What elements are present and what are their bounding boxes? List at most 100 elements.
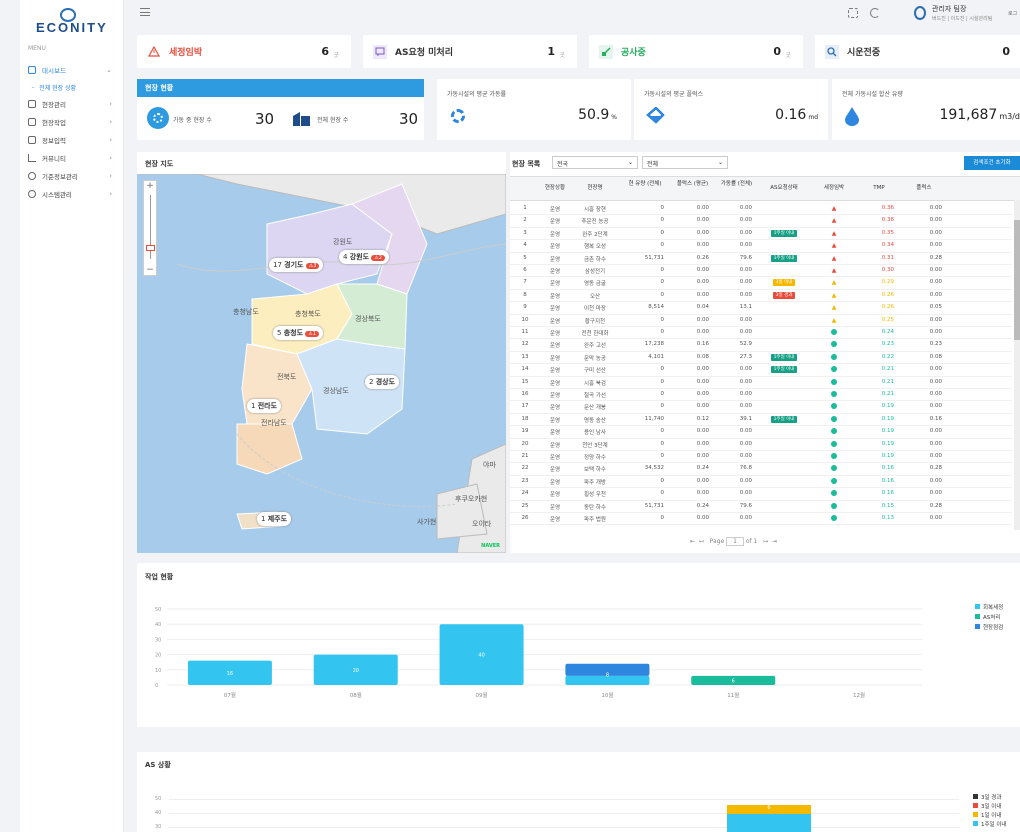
legend-label[interactable]: 현장점검 bbox=[983, 623, 1003, 631]
table-cell: 16 bbox=[521, 391, 529, 397]
menu-toggle-icon[interactable] bbox=[140, 8, 150, 16]
table-cell: 파주 개방 bbox=[584, 479, 606, 486]
table-cell: 완주 2단계 bbox=[582, 231, 608, 238]
zoom-handle[interactable] bbox=[146, 245, 155, 251]
table-cell: 0.00 bbox=[929, 291, 942, 298]
kpi-value: 191,687 bbox=[939, 107, 998, 123]
last-page-icon[interactable]: ⇥ bbox=[772, 538, 777, 545]
table-cell: 0.00 bbox=[739, 229, 752, 236]
pagination: ⇤ ↤ Page 1 of 1 ↦ ⇥ bbox=[690, 537, 777, 546]
logout-link[interactable]: 로그 bbox=[1008, 10, 1017, 17]
sidebar-item-community[interactable]: 커뮤니티 › bbox=[28, 150, 120, 166]
column-header[interactable]: 현장명 bbox=[570, 185, 620, 192]
table-cell: 0.31 bbox=[881, 254, 894, 261]
reset-filter-button[interactable]: 검색조건 초기화 bbox=[964, 156, 1020, 170]
y-tick-label: 30 bbox=[155, 637, 161, 643]
sidebar-item-label: 전체 현장 상황 bbox=[39, 84, 77, 92]
table-cell: 운영 bbox=[549, 219, 561, 226]
table-cell: 운영 bbox=[549, 393, 561, 399]
dark-mode-icon[interactable] bbox=[870, 8, 880, 18]
sidebar-item-dashboard[interactable]: 대시보드 ⌄ bbox=[28, 62, 120, 78]
region-marker-chungcheong[interactable]: 5 충청도 ⚠1 bbox=[273, 326, 323, 340]
place-label: 전북도 bbox=[277, 373, 297, 381]
sidebar-item-system[interactable]: 시스템관리 › bbox=[28, 186, 120, 202]
sidebar-item-base-info[interactable]: 기준정보관리 › bbox=[28, 168, 120, 184]
table-cell: 운영 bbox=[549, 430, 561, 437]
table-cell: 0.00 bbox=[739, 428, 752, 435]
region-marker-jeju[interactable]: 1 제주도 bbox=[257, 512, 292, 526]
place-label: 사가현 bbox=[417, 518, 437, 526]
table-cell: 영동 금굴 bbox=[584, 281, 606, 288]
table-cell: 운영 bbox=[549, 479, 561, 486]
column-header[interactable]: 플럭스 (평균) bbox=[670, 181, 715, 188]
table-cell: 26 bbox=[521, 515, 529, 521]
y-tick-label: 10 bbox=[155, 668, 161, 674]
region-marker-gyeonggi[interactable]: 17 경기도 ⚠3 bbox=[269, 258, 324, 272]
alert-card-construction[interactable]: 공사중 0 곳 bbox=[589, 35, 803, 68]
table-cell: 0.00 bbox=[739, 205, 752, 211]
legend-label[interactable]: 회복세정 bbox=[983, 603, 1003, 611]
chevron-right-icon: › bbox=[109, 190, 112, 198]
status-filter-select[interactable]: 전체 ⌄ bbox=[642, 156, 728, 169]
column-header[interactable]: 세정임박 bbox=[810, 185, 858, 192]
table-cell: 운영 bbox=[549, 331, 561, 337]
sidebar-item-info-input[interactable]: 정보입력 › bbox=[28, 132, 120, 148]
cleaning-status-icon: ▲ bbox=[831, 229, 837, 237]
legend-swatch[interactable] bbox=[975, 614, 980, 619]
zoom-control[interactable]: + − bbox=[143, 180, 157, 276]
next-page-icon[interactable]: ↦ bbox=[763, 538, 768, 545]
zoom-in-icon[interactable]: + bbox=[144, 181, 156, 191]
chevron-down-icon: ⌄ bbox=[717, 159, 723, 166]
column-header[interactable]: AS요청상태 bbox=[758, 185, 810, 192]
user-profile[interactable]: 관리자 팀장 버드진 | 이드진 | 시설관리팀 로그 bbox=[912, 4, 1020, 26]
x-tick-label: 12월 bbox=[853, 691, 865, 699]
sidebar-item-all-sites[interactable]: - 전체 현장 상황 bbox=[32, 79, 124, 95]
table-cell: 0.15 bbox=[881, 502, 894, 509]
legend-label[interactable]: AS처리 bbox=[983, 613, 1000, 621]
sidebar-item-site-mgmt[interactable]: 현장관리 › bbox=[28, 96, 120, 112]
table-scrollbar[interactable] bbox=[1014, 200, 1020, 530]
legend-swatch[interactable] bbox=[975, 604, 980, 609]
region-marker-gangwon[interactable]: 4 강원도 ⚠2 bbox=[339, 250, 389, 264]
table-cell: 0.00 bbox=[739, 291, 752, 298]
fullscreen-icon[interactable] bbox=[848, 8, 858, 18]
marker-label: 전라도 bbox=[257, 402, 278, 410]
region-marker-gyeongsang[interactable]: 2 경상도 bbox=[365, 375, 400, 389]
kpi-card-utilization: 가동시설의 평균 가동률 50.9% bbox=[437, 79, 631, 140]
column-header[interactable]: 현장상황 bbox=[540, 185, 570, 192]
table-cell: 완주 고선 bbox=[584, 343, 606, 350]
table-cell: 0 bbox=[660, 440, 665, 447]
column-header[interactable]: TMP bbox=[858, 185, 900, 192]
cleaning-status-icon: ▲ bbox=[831, 316, 837, 324]
table-cell: 철곡 가선 bbox=[584, 393, 606, 399]
alert-card-as-request[interactable]: AS요청 미처리 1 곳 bbox=[363, 35, 577, 68]
table-cell: 0.00 bbox=[929, 515, 942, 521]
alert-card-cleaning[interactable]: 세정임박 6 곳 bbox=[137, 35, 351, 68]
sidebar-item-site-work[interactable]: 현장작업 › bbox=[28, 114, 120, 130]
region-filter-select[interactable]: 전국 ⌄ bbox=[552, 156, 638, 169]
y-tick: 40 bbox=[155, 810, 162, 816]
topbar: 관리자 팀장 버드진 | 이드진 | 시설관리팀 로그 bbox=[124, 0, 1020, 28]
legend-swatch[interactable] bbox=[975, 624, 980, 629]
alert-card-trial-run[interactable]: 시운전중 0 bbox=[815, 35, 1020, 68]
table-cell: 동탄 하수 bbox=[584, 504, 606, 511]
region-marker-jeolla[interactable]: 1 전라도 bbox=[247, 399, 282, 413]
legend-item[interactable]: 3일 이내 bbox=[973, 803, 1007, 812]
zoom-out-icon[interactable]: − bbox=[144, 265, 156, 275]
pencil-icon bbox=[28, 154, 36, 162]
bar-value-label: 20 bbox=[353, 668, 359, 674]
korea-map[interactable]: + − 강원도 충청북도 충청남도 경상북도 전북도 경상남도 전라남도 오이타… bbox=[137, 174, 506, 553]
legend-item[interactable]: 1주일 이내 bbox=[973, 821, 1007, 830]
column-header[interactable]: 플럭스 bbox=[900, 185, 948, 192]
table-cell: 0.19 bbox=[881, 453, 894, 459]
first-page-icon[interactable]: ⇤ bbox=[690, 538, 695, 545]
column-header[interactable]: 현 유량 (전체) bbox=[620, 181, 670, 188]
scrollbar-thumb[interactable] bbox=[1014, 220, 1020, 340]
page-input[interactable]: 1 bbox=[726, 537, 744, 546]
legend-item[interactable]: 3일 경과 bbox=[973, 794, 1007, 803]
prev-page-icon[interactable]: ↤ bbox=[699, 538, 704, 545]
econity-logo[interactable]: ECONITY bbox=[36, 8, 116, 38]
marker-count: 5 bbox=[277, 329, 282, 337]
legend-item[interactable]: 1일 이내 bbox=[973, 812, 1007, 821]
column-header[interactable]: 가동률 (전체) bbox=[715, 181, 758, 188]
